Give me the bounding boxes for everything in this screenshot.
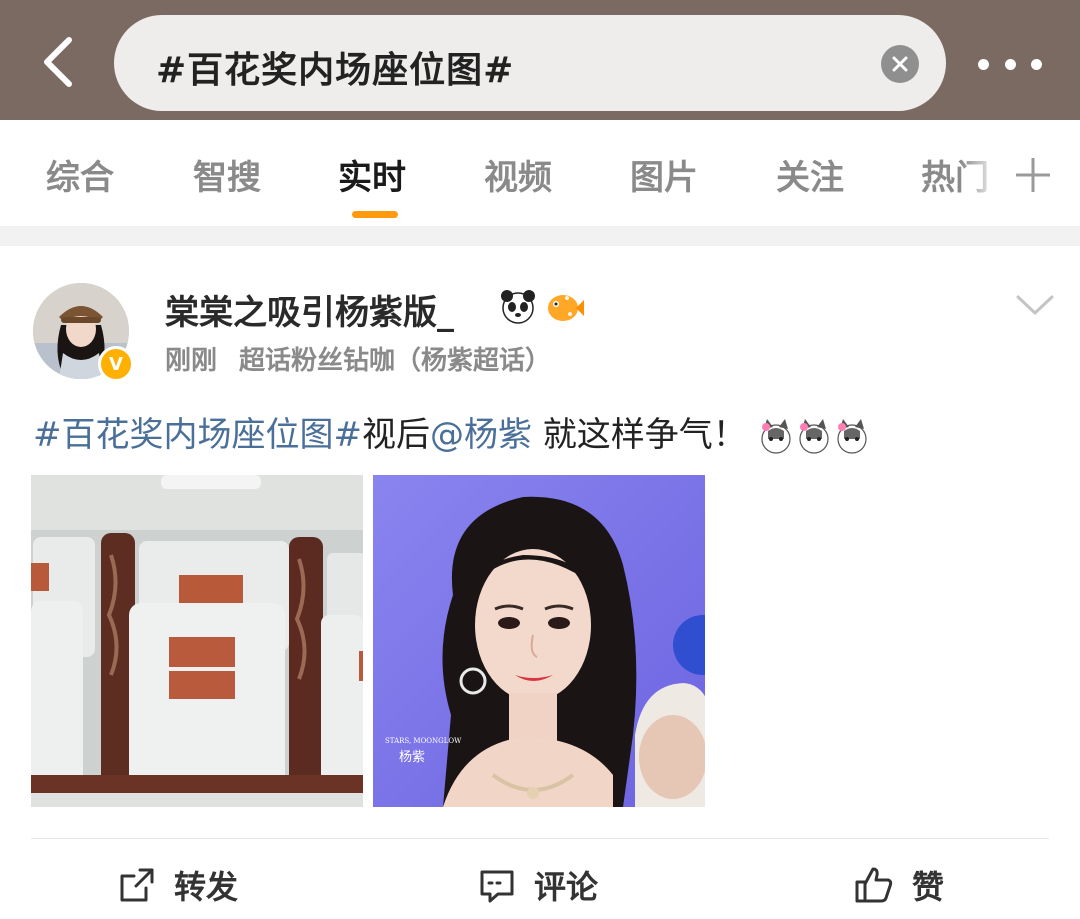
post-image-portrait[interactable]: STARS, MOONGLOW 杨紫 — [373, 475, 705, 807]
like-label: 赞 — [912, 868, 945, 906]
tab-following[interactable]: 关注 — [776, 150, 844, 199]
active-tab-indicator — [352, 211, 398, 218]
post-username[interactable]: 棠棠之吸引杨紫版_ — [165, 285, 454, 334]
verified-badge: V — [98, 346, 134, 382]
comment-button[interactable]: 评论 — [478, 862, 598, 908]
post-meta: 刚刚 超话粉丝钻咖（杨紫超话） — [165, 340, 551, 377]
post-source[interactable]: 超话粉丝钻咖（杨紫超话） — [239, 346, 551, 376]
clear-search-button[interactable] — [881, 45, 919, 83]
chevron-down-icon[interactable] — [1015, 292, 1055, 318]
mention-link[interactable]: @杨紫 — [430, 415, 532, 455]
repost-button[interactable]: 转发 — [118, 862, 238, 908]
back-button[interactable] — [30, 32, 86, 92]
top-search-bar: #百花奖内场座位图# — [0, 0, 1080, 120]
search-input[interactable]: #百花奖内场座位图# — [114, 15, 946, 111]
share-icon — [120, 868, 154, 902]
repost-label: 转发 — [174, 868, 239, 906]
like-button[interactable]: 赞 — [854, 862, 944, 908]
plus-icon[interactable] — [1010, 152, 1056, 198]
panda-emoji-icon — [501, 290, 535, 324]
post-time: 刚刚 — [165, 346, 218, 376]
tab-realtime[interactable]: 实时 — [338, 150, 406, 199]
close-icon — [892, 56, 908, 72]
portrait-photo: STARS, MOONGLOW 杨紫 — [373, 475, 705, 807]
hashtag-link[interactable]: #百花奖内场座位图# — [33, 415, 362, 455]
post-text-segment-end: 就这样争气！ — [531, 415, 747, 455]
search-tabs: 综合 智搜 实时 视频 图片 关注 热门 — [0, 120, 1080, 226]
tab-comprehensive[interactable]: 综合 — [46, 150, 114, 199]
more-dots-icon[interactable] — [978, 52, 1042, 76]
portrait-caption-top: STARS, MOONGLOW — [385, 737, 462, 745]
post-body: #百花奖内场座位图#视后@杨紫 就这样争气！ — [33, 407, 872, 457]
search-query: #百花奖内场座位图# — [156, 50, 515, 91]
comment-icon — [480, 870, 514, 903]
portrait-caption-name: 杨紫 — [399, 750, 425, 765]
post-image-seats[interactable] — [31, 475, 363, 807]
post-divider — [31, 838, 1049, 839]
section-separator — [0, 226, 1080, 246]
post-text-segment: 视后 — [361, 415, 430, 455]
tab-smart-search[interactable]: 智搜 — [193, 150, 261, 199]
seats-photo — [31, 475, 363, 807]
thumbs-up-icon — [855, 867, 893, 903]
chevron-left-icon — [44, 37, 72, 87]
pufferfish-emoji-icon — [548, 295, 584, 321]
comment-label: 评论 — [534, 868, 599, 906]
tab-video[interactable]: 视频 — [484, 150, 552, 199]
tab-images[interactable]: 图片 — [630, 150, 698, 199]
cat-emoji-icon — [761, 418, 867, 454]
